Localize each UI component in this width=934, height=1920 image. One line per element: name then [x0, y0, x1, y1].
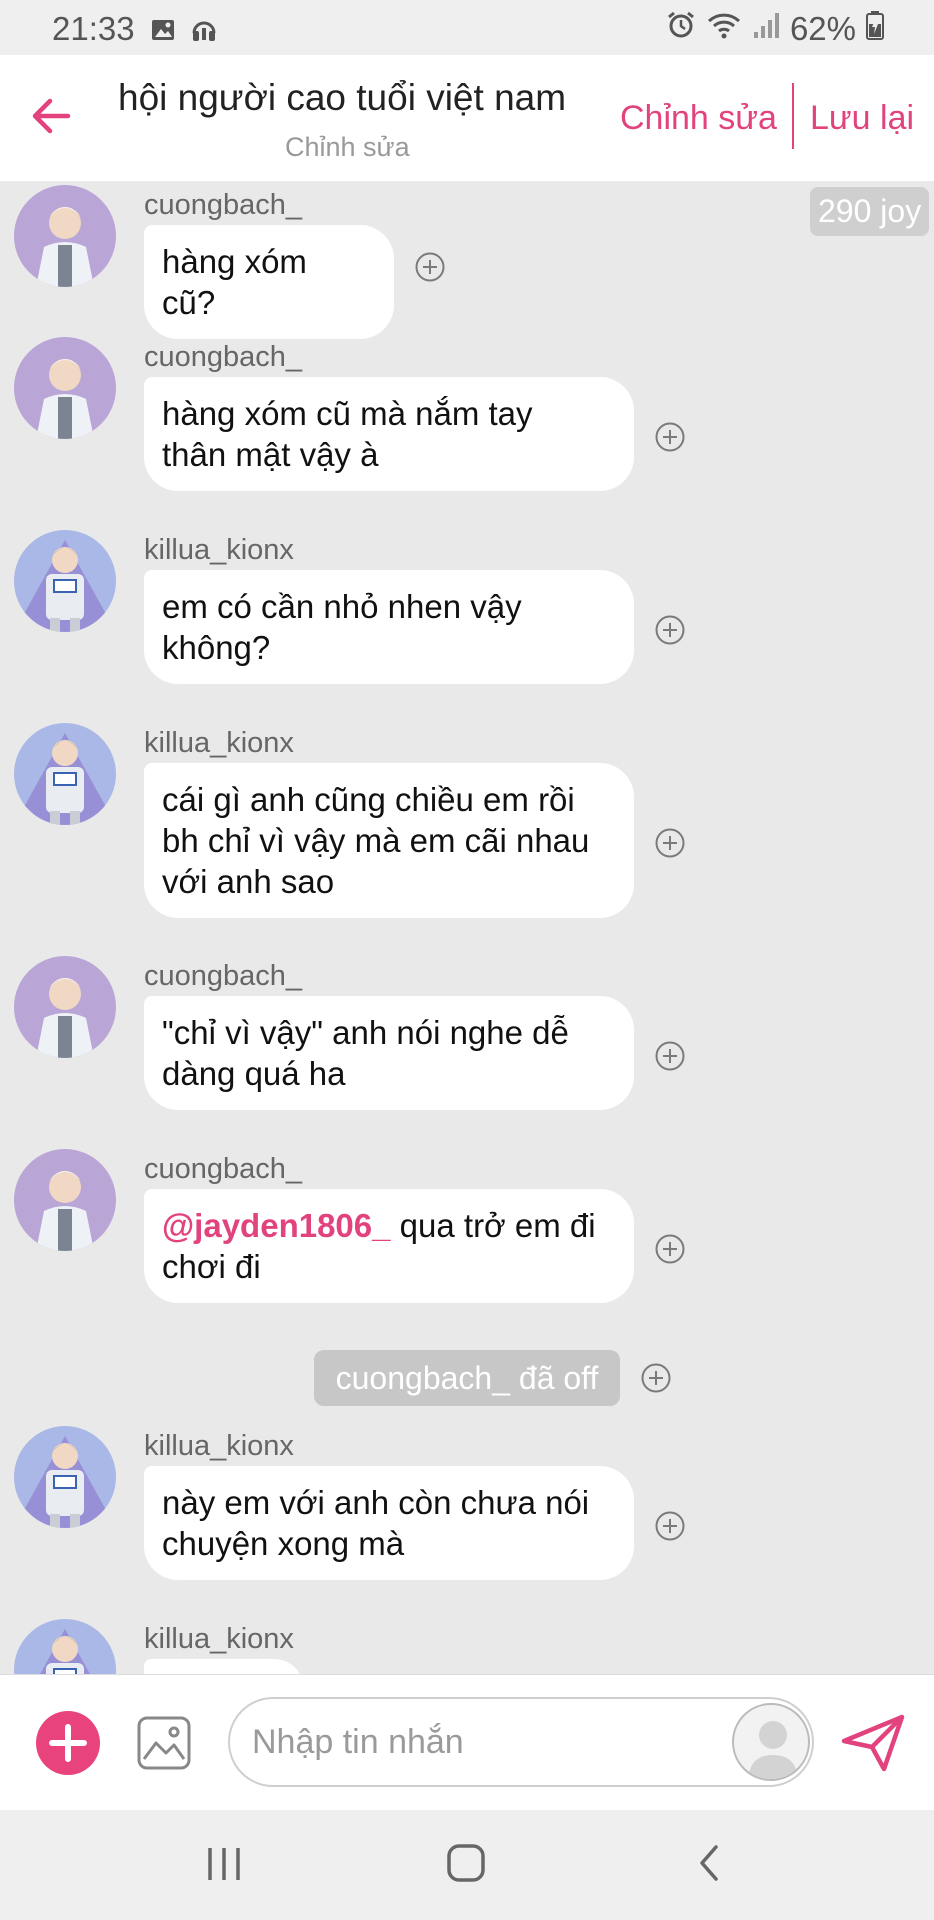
recent-apps-button[interactable]	[204, 1844, 244, 1884]
add-button[interactable]	[36, 1711, 100, 1775]
add-reaction-button[interactable]	[414, 251, 446, 283]
message-item: killua_kionx em có cần nhỏ nhen vậy khôn…	[0, 526, 934, 706]
back-button[interactable]	[28, 93, 74, 139]
add-reaction-button[interactable]	[654, 614, 686, 646]
message-item: killua_kionx này em với anh còn chưa nói…	[0, 1422, 934, 1602]
message-username: cuongbach_	[144, 1153, 303, 1185]
message-item: killua_kionx	[0, 1615, 934, 1674]
avatar[interactable]	[14, 956, 116, 1058]
alarm-icon	[666, 10, 696, 48]
avatar[interactable]	[14, 1619, 116, 1674]
home-button[interactable]	[446, 1843, 486, 1883]
message-bubble[interactable]: em có cần nhỏ nhen vậy không?	[144, 570, 634, 684]
home-icon	[447, 1844, 485, 1882]
chat-title: hội người cao tuổi việt nam	[118, 77, 567, 118]
add-reaction-button[interactable]	[654, 1040, 686, 1072]
plus-circle-icon	[415, 252, 445, 282]
battery-icon	[866, 10, 884, 48]
status-left-icons	[150, 13, 218, 51]
nav-back-button[interactable]	[690, 1843, 730, 1883]
message-username: cuongbach_	[144, 960, 303, 992]
status-bar: 21:33 62%	[0, 0, 934, 55]
plus-circle-icon	[655, 1041, 685, 1071]
chat-subtitle: Chỉnh sửa	[285, 132, 410, 162]
message-composer	[0, 1674, 934, 1810]
avatar[interactable]	[14, 337, 116, 439]
message-item: cuongbach_ hàng xóm cũ?	[0, 181, 934, 339]
image-icon	[150, 13, 176, 51]
message-username: killua_kionx	[144, 1623, 294, 1655]
message-bubble[interactable]: "chỉ vì vậy" anh nói nghe dễ dàng quá ha	[144, 996, 634, 1110]
image-picker-button[interactable]	[136, 1715, 192, 1771]
wifi-icon	[706, 10, 742, 48]
message-bubble[interactable]: hàng xóm cũ?	[144, 225, 394, 339]
plus-icon	[49, 1724, 87, 1762]
message-username: killua_kionx	[144, 727, 294, 759]
message-username: killua_kionx	[144, 1430, 294, 1462]
message-username: cuongbach_	[144, 341, 303, 373]
send-button[interactable]	[840, 1713, 906, 1773]
header-divider	[792, 83, 794, 149]
edit-button[interactable]: Chỉnh sửa	[620, 99, 777, 138]
message-bubble[interactable]: cái gì anh cũng chiều em rồi bh chỉ vì v…	[144, 763, 634, 918]
plus-circle-icon	[655, 422, 685, 452]
message-bubble[interactable]: hàng xóm cũ mà nắm tay thân mật vậy à	[144, 377, 634, 491]
recent-apps-icon	[208, 1848, 240, 1880]
plus-circle-icon	[655, 615, 685, 645]
plus-circle-icon	[655, 1234, 685, 1264]
message-item: cuongbach_ hàng xóm cũ mà nắm tay thân m…	[0, 333, 934, 513]
message-username: cuongbach_	[144, 189, 303, 221]
message-input[interactable]	[228, 1697, 814, 1787]
status-right: 62%	[666, 10, 884, 48]
avatar[interactable]	[14, 723, 116, 825]
chat-header: hội người cao tuổi việt nam Chỉnh sửa Ch…	[0, 55, 934, 181]
plus-circle-icon	[655, 1511, 685, 1541]
chevron-left-icon	[700, 1845, 718, 1881]
message-item: cuongbach_ "chỉ vì vậy" anh nói nghe dễ …	[0, 952, 934, 1132]
message-bubble[interactable]: @jayden1806_ qua trở em đi chơi đi	[144, 1189, 634, 1303]
status-time: 21:33	[52, 10, 135, 47]
sticker-avatar-button[interactable]	[732, 1703, 810, 1781]
plus-circle-icon	[655, 828, 685, 858]
add-reaction-button[interactable]	[640, 1362, 672, 1394]
avatar[interactable]	[14, 1149, 116, 1251]
user-mention[interactable]: @jayden1806_	[162, 1207, 391, 1244]
arrow-left-icon	[32, 98, 71, 134]
add-reaction-button[interactable]	[654, 1233, 686, 1265]
avatar[interactable]	[14, 185, 116, 287]
system-navigation-bar	[0, 1810, 934, 1920]
battery-text: 62%	[789, 10, 856, 47]
avatar[interactable]	[14, 530, 116, 632]
avatar[interactable]	[14, 1426, 116, 1528]
message-item: cuongbach_ @jayden1806_ qua trở em đi ch…	[0, 1145, 934, 1325]
signal-icon	[752, 10, 780, 48]
message-username: killua_kionx	[144, 534, 294, 566]
plus-circle-icon	[641, 1363, 671, 1393]
message-bubble[interactable]	[144, 1659, 304, 1674]
add-reaction-button[interactable]	[654, 1510, 686, 1542]
message-bubble[interactable]: này em với anh còn chưa nói chuyện xong …	[144, 1466, 634, 1580]
headphones-icon	[190, 13, 218, 51]
save-button[interactable]: Lưu lại	[810, 99, 914, 138]
system-message: cuongbach_ đã off	[314, 1350, 620, 1406]
image-icon	[137, 1716, 191, 1770]
add-reaction-button[interactable]	[654, 827, 686, 859]
message-item: killua_kionx cái gì anh cũng chiều em rồ…	[0, 719, 934, 939]
chat-messages[interactable]: 290 joy cuongbach_ hàng xóm cũ? cuongbac…	[0, 181, 934, 1674]
send-icon	[841, 1714, 905, 1772]
add-reaction-button[interactable]	[654, 421, 686, 453]
